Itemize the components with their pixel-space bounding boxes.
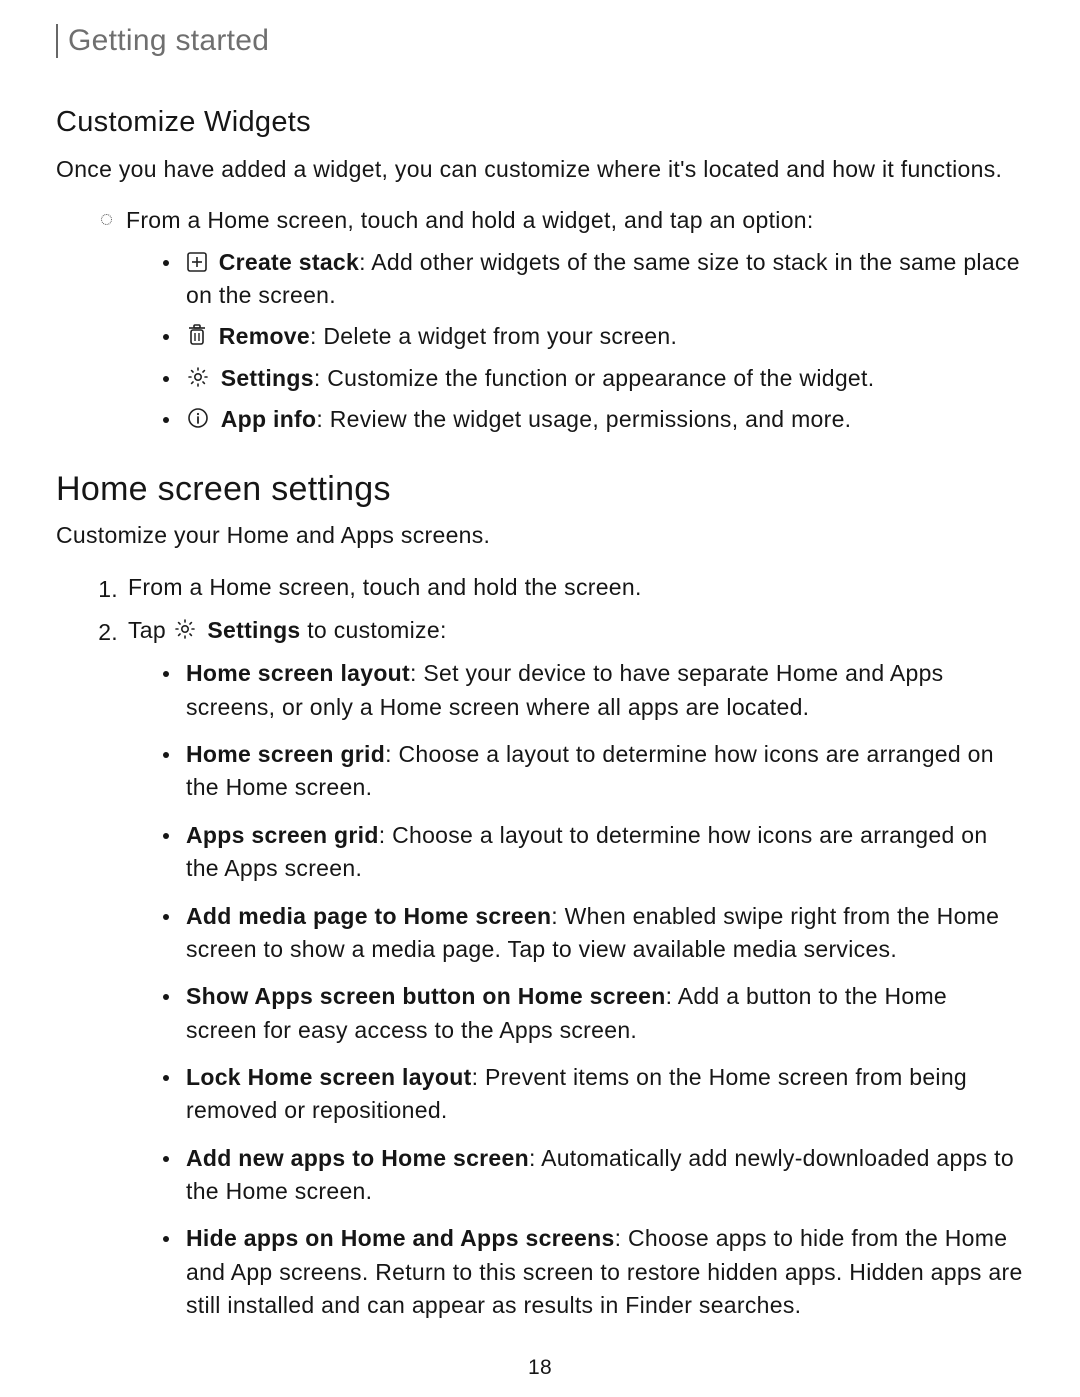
list-text: From a Home screen, touch and hold the s… — [128, 571, 1024, 604]
list-item: From a Home screen, touch and hold a wid… — [56, 204, 1024, 237]
list-item: Hide apps on Home and Apps screens: Choo… — [156, 1222, 1024, 1322]
text-bold: Settings — [207, 617, 300, 643]
bullet-dot — [156, 657, 176, 677]
create-stack-icon — [186, 251, 208, 273]
bullet-dot — [156, 819, 176, 839]
bullet-dot — [156, 1222, 176, 1242]
number-marker: 2. — [96, 614, 118, 649]
option-label: Add new apps to Home screen — [186, 1145, 529, 1171]
list-item: Add new apps to Home screen: Automatical… — [156, 1142, 1024, 1209]
heading-home-screen-settings: Home screen settings — [56, 470, 1024, 509]
text: to customize: — [307, 617, 446, 643]
list-item: Create stack: Add other widgets of the s… — [156, 246, 1024, 313]
sub-list: Home screen layout: Set your device to h… — [56, 657, 1024, 1322]
list-item: App info: Review the widget usage, permi… — [156, 403, 1024, 436]
bullet-dot — [156, 980, 176, 1000]
option-desc: : Customize the function or appearance o… — [314, 365, 875, 391]
option-desc: : Delete a widget from your screen. — [310, 323, 677, 349]
option-label: Settings — [221, 365, 314, 391]
list-text: Home screen layout: Set your device to h… — [186, 657, 1024, 724]
option-desc: : Review the widget usage, permissions, … — [316, 406, 851, 432]
bullet-dot — [156, 900, 176, 920]
list-text: App info: Review the widget usage, permi… — [186, 403, 1024, 436]
option-label: Remove — [219, 323, 310, 349]
list-item: Settings: Customize the function or appe… — [156, 362, 1024, 395]
option-label: Home screen layout — [186, 660, 410, 686]
option-label: App info — [221, 406, 317, 432]
paragraph: Customize your Home and Apps screens. — [56, 519, 1024, 552]
list-text: Create stack: Add other widgets of the s… — [186, 246, 1024, 313]
breadcrumb-wrap: Getting started — [56, 24, 1024, 58]
bullet-dot — [156, 246, 176, 266]
page: Getting started Customize Widgets Once y… — [0, 0, 1080, 1380]
list-item: Lock Home screen layout: Prevent items o… — [156, 1061, 1024, 1128]
option-label: Create stack — [219, 249, 359, 275]
page-number: 18 — [56, 1356, 1024, 1380]
list-text: Add media page to Home screen: When enab… — [186, 900, 1024, 967]
bullet-hollow — [96, 204, 116, 225]
list-text: Home screen grid: Choose a layout to det… — [186, 738, 1024, 805]
paragraph: Once you have added a widget, you can cu… — [56, 153, 1024, 186]
list-item: 1. From a Home screen, touch and hold th… — [56, 571, 1024, 606]
list-text: Tap Settings to customize: — [128, 614, 1024, 647]
list-text: Apps screen grid: Choose a layout to det… — [186, 819, 1024, 886]
bullet-dot — [156, 403, 176, 423]
list-item: Apps screen grid: Choose a layout to det… — [156, 819, 1024, 886]
bullet-dot — [156, 1061, 176, 1081]
bullet-dot — [156, 320, 176, 340]
option-label: Hide apps on Home and Apps screens — [186, 1225, 615, 1251]
number-marker: 1. — [96, 571, 118, 606]
list-text: Show Apps screen button on Home screen: … — [186, 980, 1024, 1047]
list-text: Settings: Customize the function or appe… — [186, 362, 1024, 395]
option-label: Home screen grid — [186, 741, 385, 767]
list-text: Lock Home screen layout: Prevent items o… — [186, 1061, 1024, 1128]
bullet-dot — [156, 362, 176, 382]
option-label: Show Apps screen button on Home screen — [186, 983, 666, 1009]
remove-icon — [186, 323, 208, 347]
list-text: Add new apps to Home screen: Automatical… — [186, 1142, 1024, 1209]
bullet-dot — [156, 1142, 176, 1162]
app-info-icon — [186, 406, 210, 430]
option-label: Lock Home screen layout — [186, 1064, 472, 1090]
list-text: Remove: Delete a widget from your screen… — [186, 320, 1024, 353]
list-item: Add media page to Home screen: When enab… — [156, 900, 1024, 967]
option-label: Apps screen grid — [186, 822, 379, 848]
bullet-dot — [156, 738, 176, 758]
heading-customize-widgets: Customize Widgets — [56, 106, 1024, 139]
list-text: Hide apps on Home and Apps screens: Choo… — [186, 1222, 1024, 1322]
settings-icon — [173, 617, 197, 641]
list-item: Home screen grid: Choose a layout to det… — [156, 738, 1024, 805]
list-item: Show Apps screen button on Home screen: … — [156, 980, 1024, 1047]
list-text: From a Home screen, touch and hold a wid… — [126, 204, 1024, 237]
settings-icon — [186, 365, 210, 389]
list-item: Remove: Delete a widget from your screen… — [156, 320, 1024, 353]
breadcrumb: Getting started — [68, 24, 1024, 58]
list-item: Home screen layout: Set your device to h… — [156, 657, 1024, 724]
option-label: Add media page to Home screen — [186, 903, 551, 929]
list-item: 2. Tap Settings to customize: — [56, 614, 1024, 649]
sub-list: Create stack: Add other widgets of the s… — [56, 246, 1024, 437]
text: Tap — [128, 617, 166, 643]
